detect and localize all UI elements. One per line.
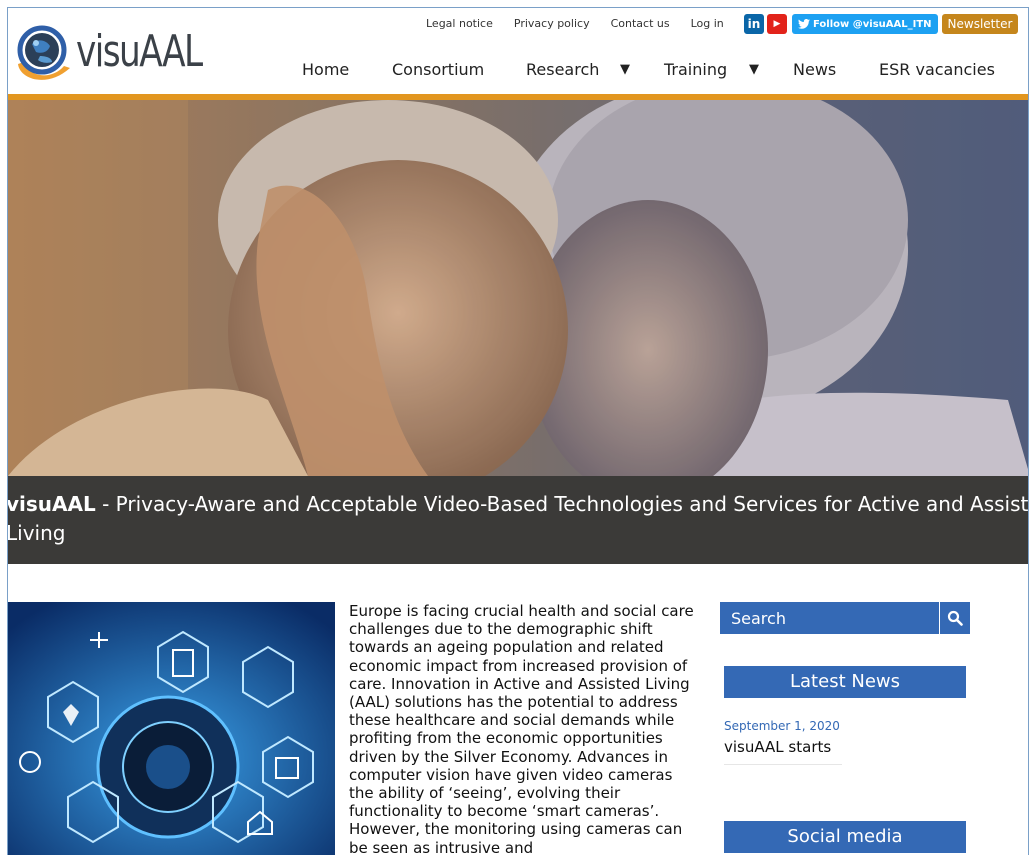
- twitter-follow-button[interactable]: Follow @visuAAL_ITN: [792, 14, 938, 34]
- newsletter-button[interactable]: Newsletter: [941, 14, 1019, 34]
- nav-research[interactable]: Research: [526, 60, 599, 79]
- intro-paragraph: Europe is facing crucial health and soci…: [349, 602, 694, 855]
- contact-us-link[interactable]: Contact us: [611, 17, 670, 33]
- nav-news[interactable]: News: [793, 60, 836, 79]
- social-buttons: in ▶ Follow @visuAAL_ITN Newsletter: [744, 14, 1019, 34]
- hero-caption-line2: Living: [8, 521, 66, 545]
- hero-image: [8, 100, 1028, 476]
- nav-home[interactable]: Home: [302, 60, 349, 79]
- news-item-title[interactable]: visuAAL starts: [724, 738, 831, 756]
- latest-news-heading: Latest News: [724, 666, 966, 698]
- hero-caption: visuAAL - Privacy-Aware and Acceptable V…: [8, 476, 1029, 564]
- linkedin-icon[interactable]: in: [744, 14, 764, 34]
- research-chevron-down-icon[interactable]: ▼: [620, 62, 630, 77]
- legal-notice-link[interactable]: Legal notice: [426, 17, 493, 33]
- news-item-date: September 1, 2020: [724, 719, 840, 733]
- nav-consortium[interactable]: Consortium: [392, 60, 484, 79]
- search-box: [720, 602, 970, 634]
- nav-esr-vacancies[interactable]: ESR vacancies: [879, 60, 995, 79]
- news-item-divider: [724, 764, 842, 765]
- utility-links: Legal notice Privacy policy Contact us L…: [426, 17, 745, 33]
- search-button[interactable]: [939, 602, 970, 634]
- intro-article: Europe is facing crucial health and soci…: [349, 602, 699, 855]
- search-input[interactable]: [720, 602, 938, 634]
- social-media-heading: Social media: [724, 821, 966, 853]
- feature-illustration: [8, 602, 335, 855]
- twitter-follow-label: Follow @visuAAL_ITN: [813, 18, 932, 30]
- caption-tagline: - Privacy-Aware and Acceptable Video-Bas…: [95, 492, 1029, 516]
- page-frame: visuAAL Legal notice Privacy policy Cont…: [7, 7, 1029, 855]
- nav-training[interactable]: Training: [664, 60, 727, 79]
- hero-caption-line1: visuAAL - Privacy-Aware and Acceptable V…: [8, 490, 1029, 519]
- youtube-icon[interactable]: ▶: [767, 14, 787, 34]
- search-icon: [947, 610, 963, 626]
- main-nav: Home Consortium Research ▼ Training ▼ Ne…: [8, 60, 1028, 84]
- privacy-policy-link[interactable]: Privacy policy: [514, 17, 590, 33]
- elderly-couple-photo: [8, 100, 1028, 476]
- caption-brand: visuAAL: [8, 492, 96, 516]
- twitter-bird-icon: [798, 19, 810, 29]
- smart-camera-icons-graphic: [8, 602, 335, 855]
- log-in-link[interactable]: Log in: [691, 17, 724, 33]
- training-chevron-down-icon[interactable]: ▼: [749, 62, 759, 77]
